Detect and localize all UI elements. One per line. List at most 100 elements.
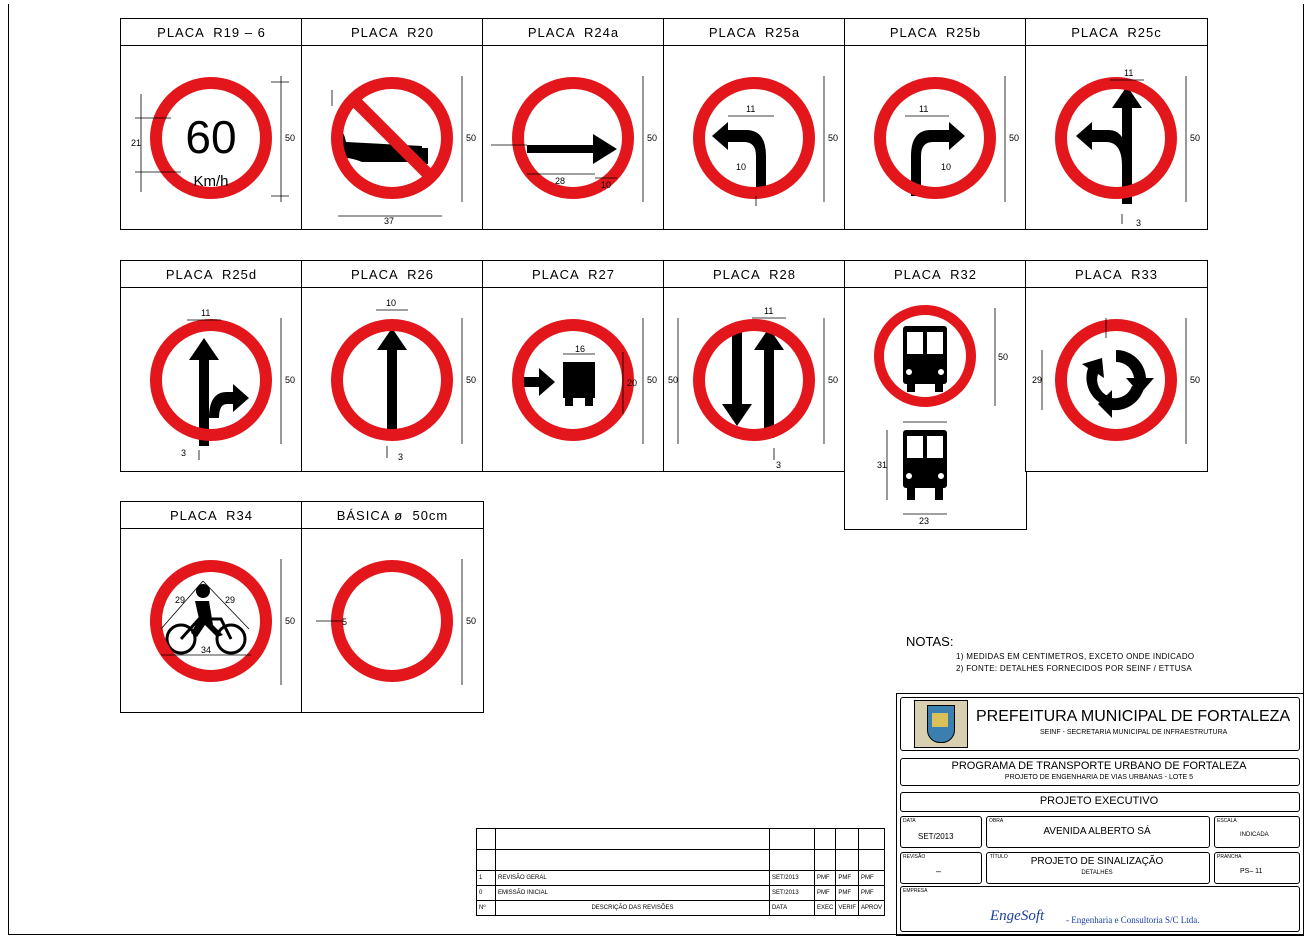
svg-text:50: 50 (647, 133, 657, 143)
work-value: AVENIDA ALBERTO SÁ (1043, 826, 1151, 837)
svg-text:29: 29 (175, 595, 185, 605)
sign-label: PLACA R20 (302, 19, 483, 46)
svg-text:16: 16 (575, 344, 585, 354)
program-name: PROGRAMA DE TRANSPORTE URBANO DE FORTALE… (951, 760, 1247, 772)
svg-text:50: 50 (668, 375, 678, 385)
city-crest-icon (914, 700, 968, 748)
date-label: DATA (903, 818, 916, 824)
sign-label: PLACA R33 (1026, 261, 1207, 288)
svg-text:11: 11 (746, 104, 755, 114)
company-logo: EngeSoft (990, 908, 1045, 924)
sign-cell-r33: PLACA R33 50 29 (1025, 260, 1208, 472)
sign-r32-drawing: 50 31 23 (874, 305, 1008, 526)
speed-unit: Km/h (193, 173, 228, 190)
svg-text:3: 3 (776, 460, 781, 470)
svg-text:37: 37 (384, 216, 394, 226)
sign-label: PLACA R25d (121, 261, 302, 288)
sign-r19-drawing: 60 Km/h 21 50 (131, 76, 295, 202)
phase: PROJETO EXECUTIVO (1039, 795, 1159, 807)
sign-cell-r19: PLACA R19 – 6 60 Km/h 21 50 (120, 18, 303, 230)
sign-ring (512, 77, 634, 199)
svg-text:50: 50 (1009, 133, 1019, 143)
svg-text:10: 10 (601, 180, 611, 190)
svg-text:11: 11 (919, 104, 928, 114)
sign-r24a-drawing: 28 10 50 (491, 76, 657, 202)
svg-text:50: 50 (828, 133, 838, 143)
svg-text:29: 29 (1032, 375, 1042, 385)
sign-label: PLACA R32 (845, 261, 1026, 288)
svg-text:3: 3 (1136, 218, 1141, 228)
sign-ring (150, 319, 272, 441)
svg-text:3: 3 (398, 452, 403, 462)
sign-cell-r25c: PLACA R25c 50 11 3 (1025, 18, 1208, 230)
sign-cell-r25d: PLACA R25d 50 11 3 (120, 260, 303, 472)
revision-table: 1 REVISÃO GERAL SET/2013 PMF PMF PMF 0 EMISSÃO… (476, 828, 886, 916)
sign-r20-drawing: 37 50 (331, 76, 476, 226)
sign-cell-basic: BÁSICA ø 50cm 50 5 (301, 501, 484, 713)
note-item: 1) MEDIDAS EM CENTIMETROS, EXCETO ONDE I… (956, 652, 1195, 661)
svg-text:50: 50 (285, 375, 295, 385)
svg-text:31: 31 (877, 460, 887, 470)
sheet-label: PRANCHA (1217, 854, 1242, 860)
sign-r25a-drawing: 50 11 10 (693, 76, 838, 206)
svg-text:50: 50 (998, 352, 1008, 362)
svg-text:29: 29 (225, 595, 235, 605)
svg-text:3: 3 (181, 448, 186, 458)
table-row: 1 REVISÃO GERAL SET/2013 PMF PMF PMF (476, 870, 886, 886)
sign-r25d-drawing: 50 11 3 (150, 308, 295, 460)
title-value: PROJETO DE SINALIZAÇÃO (1030, 856, 1164, 867)
work-label: OBRA (989, 818, 1004, 824)
svg-text:50: 50 (1190, 133, 1200, 143)
sign-label: PLACA R28 (664, 261, 845, 288)
sign-r33-drawing: 50 29 (1032, 318, 1200, 444)
svg-text:50: 50 (466, 133, 476, 143)
svg-text:50: 50 (466, 616, 476, 626)
svg-text:20: 20 (627, 378, 637, 388)
sheet-value: PS– 11 (1240, 868, 1263, 875)
svg-text:10: 10 (736, 162, 746, 172)
svg-text:28: 28 (555, 176, 565, 186)
svg-text:11: 11 (764, 306, 773, 316)
sign-ring (693, 319, 815, 441)
scale-label: ESCALA (1217, 818, 1237, 824)
program-sub: PROJETO DE ENGENHARIA DE VIAS URBANAS - … (1004, 774, 1194, 781)
org-name: PREFEITURA MUNICIPAL DE FORTALEZA (976, 708, 1291, 725)
table-row: 0 EMISSÃO INICIAL SET/2013 PMF PMF PMF (476, 885, 886, 901)
sign-label: PLACA R25b (845, 19, 1026, 46)
sign-cell-r27: PLACA R27 50 20 16 (482, 260, 665, 472)
svg-text:34: 34 (201, 645, 211, 655)
sign-r28-drawing: 50 50 11 3 (668, 306, 838, 470)
svg-text:23: 23 (919, 516, 929, 526)
org-sub: SEINF - SECRETARIA MUNICIPAL DE INFRAEST… (1040, 729, 1228, 736)
sign-label: PLACA R24a (483, 19, 664, 46)
sign-ring (1055, 319, 1177, 441)
sign-r25c-drawing: 50 11 3 (1055, 68, 1200, 228)
svg-text:10: 10 (386, 298, 396, 308)
sign-cell-r24a: PLACA R24a 28 10 50 (482, 18, 665, 230)
sign-cell-r34: PLACA R34 50 34 29 29 (120, 501, 303, 713)
sign-r25b-drawing: 50 11 10 (874, 76, 1019, 202)
sign-label: PLACA R34 (121, 502, 302, 529)
svg-text:50: 50 (466, 375, 476, 385)
sign-label: BÁSICA ø 50cm (302, 502, 483, 529)
svg-text:50: 50 (828, 375, 838, 385)
sign-cell-r25b: PLACA R25b 50 11 10 (844, 18, 1027, 230)
note-item: 2) FONTE: DETALHES FORNECIDOS POR SEINF … (956, 664, 1193, 673)
notes: NOTAS: 1) MEDIDAS EM CENTIMETROS, EXCETO… (906, 634, 1194, 673)
svg-text:5: 5 (342, 617, 347, 627)
sign-r26-drawing: 50 10 3 (331, 298, 476, 462)
sign-ring (331, 560, 453, 682)
notes-title: NOTAS: (906, 634, 954, 649)
sign-cell-r20: PLACA R20 37 50 (301, 18, 484, 230)
svg-text:11: 11 (201, 308, 210, 318)
svg-text:21: 21 (131, 138, 141, 148)
speed-value: 60 (185, 111, 236, 163)
company-label: EMPRESA (903, 888, 928, 894)
sign-cell-r28: PLACA R28 50 50 11 3 (663, 260, 846, 472)
sign-label: PLACA R26 (302, 261, 483, 288)
sign-cell-r32: PLACA R32 50 31 23 (844, 260, 1027, 530)
scale-value: INDICADA (1240, 832, 1269, 838)
rev-value: – (936, 866, 942, 876)
sign-label: PLACA R19 – 6 (121, 19, 302, 46)
sign-label: PLACA R27 (483, 261, 664, 288)
